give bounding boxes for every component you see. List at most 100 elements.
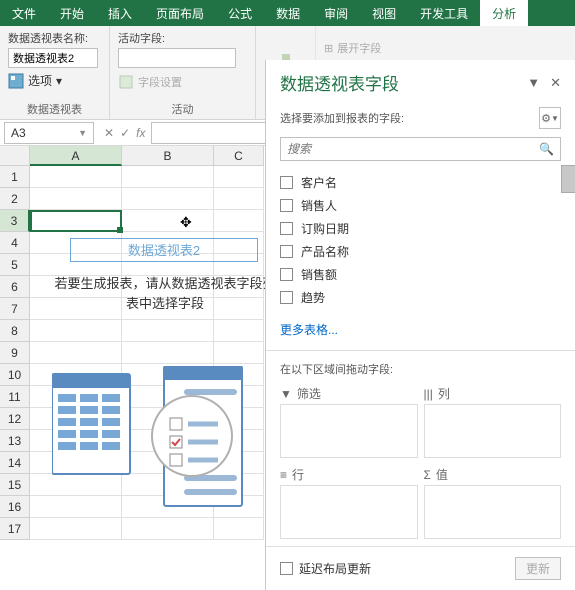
ribbon-group-label-af: 活动 <box>110 101 255 117</box>
row-box[interactable] <box>280 485 418 539</box>
filter-box[interactable] <box>280 404 418 458</box>
row-header[interactable]: 3 <box>0 210 30 232</box>
field-search[interactable]: 🔍 <box>280 137 561 161</box>
column-box[interactable] <box>424 404 562 458</box>
fx-icon[interactable]: fx <box>136 126 145 140</box>
cell[interactable] <box>30 210 122 232</box>
pivottable-fields-pane: 数据透视表字段 ▼ ✕ 选择要添加到报表的字段: ⚙▼ 🔍 客户名 销售人 订购… <box>265 60 575 590</box>
row-header[interactable]: 12 <box>0 408 30 430</box>
row-header[interactable]: 2 <box>0 188 30 210</box>
field-item-orderdate[interactable]: 订购日期 <box>280 217 561 240</box>
pivottable-placeholder[interactable]: 数据透视表2 <box>70 238 258 262</box>
cell[interactable] <box>122 210 214 232</box>
expand-field-button[interactable]: ⊞ 展开字段 <box>324 40 383 56</box>
tab-formulas[interactable]: 公式 <box>216 0 264 26</box>
active-field-input[interactable] <box>118 48 236 68</box>
row-header[interactable]: 10 <box>0 364 30 386</box>
cell[interactable] <box>214 210 264 232</box>
field-settings-button[interactable]: 字段设置 <box>118 74 247 90</box>
row-header[interactable]: 15 <box>0 474 30 496</box>
value-box[interactable] <box>424 485 562 539</box>
sigma-icon: Σ <box>424 468 431 482</box>
tab-page-layout[interactable]: 页面布局 <box>144 0 216 26</box>
pt-name-input[interactable] <box>8 48 98 68</box>
row-header[interactable]: 7 <box>0 298 30 320</box>
col-header-A[interactable]: A <box>30 146 122 166</box>
row-header[interactable]: 9 <box>0 342 30 364</box>
search-input[interactable] <box>287 142 539 156</box>
row-header[interactable]: 8 <box>0 320 30 342</box>
tab-insert[interactable]: 插入 <box>96 0 144 26</box>
drop-zone-column[interactable]: |||列 <box>424 383 562 458</box>
name-box[interactable]: A3 ▼ <box>4 122 94 144</box>
field-item-customer[interactable]: 客户名 <box>280 171 561 194</box>
row-header[interactable]: 1 <box>0 166 30 188</box>
options-button[interactable]: 选项 ▾ <box>8 72 101 89</box>
cell[interactable] <box>214 342 264 364</box>
row-header[interactable]: 14 <box>0 452 30 474</box>
drop-zone-value[interactable]: Σ值 <box>424 464 562 539</box>
field-item-sales[interactable]: 销售额 <box>280 263 561 286</box>
cell[interactable] <box>214 166 264 188</box>
checkbox[interactable] <box>280 245 293 258</box>
checkbox[interactable] <box>280 199 293 212</box>
field-item-trend[interactable]: 趋势 <box>280 286 561 309</box>
row-header[interactable]: 16 <box>0 496 30 518</box>
field-item-salesperson[interactable]: 销售人 <box>280 194 561 217</box>
tab-data[interactable]: 数据 <box>264 0 312 26</box>
drop-zone-filter[interactable]: ▼筛选 <box>280 383 418 458</box>
options-label: 选项 <box>28 72 52 89</box>
scrollbar-thumb[interactable] <box>561 165 575 193</box>
row-header[interactable]: 4 <box>0 232 30 254</box>
tab-file[interactable]: 文件 <box>0 0 48 26</box>
taskpane-title: 数据透视表字段 <box>280 70 399 95</box>
taskpane-footer: 延迟布局更新 更新 <box>266 546 575 590</box>
row-header[interactable]: 6 <box>0 276 30 298</box>
select-all-corner[interactable] <box>0 146 30 166</box>
update-button[interactable]: 更新 <box>515 557 561 580</box>
col-header-B[interactable]: B <box>122 146 214 166</box>
divider <box>266 350 575 351</box>
drop-zone-row[interactable]: ≡行 <box>280 464 418 539</box>
cell[interactable] <box>122 166 214 188</box>
cell[interactable] <box>214 188 264 210</box>
cell[interactable] <box>122 342 214 364</box>
checkbox[interactable] <box>280 222 293 235</box>
checkbox[interactable] <box>280 291 293 304</box>
tab-view[interactable]: 视图 <box>360 0 408 26</box>
close-icon[interactable]: ✕ <box>550 75 561 91</box>
taskpane-settings-button[interactable]: ⚙▼ <box>539 107 561 129</box>
taskpane-dropdown-icon[interactable]: ▼ <box>527 75 540 91</box>
expand-icon: ⊞ <box>324 42 333 55</box>
defer-layout-checkbox[interactable]: 延迟布局更新 <box>280 560 371 577</box>
checkbox[interactable] <box>280 268 293 281</box>
tab-home[interactable]: 开始 <box>48 0 96 26</box>
fx-cancel-icon[interactable]: ✕ <box>104 126 114 140</box>
tab-developer[interactable]: 开发工具 <box>408 0 480 26</box>
more-tables-link[interactable]: 更多表格... <box>266 315 575 344</box>
cell[interactable] <box>214 320 264 342</box>
col-header-C[interactable]: C <box>214 146 264 166</box>
cell[interactable] <box>122 188 214 210</box>
cell[interactable] <box>30 166 122 188</box>
field-label: 趋势 <box>301 289 325 306</box>
cell[interactable] <box>30 342 122 364</box>
cell[interactable] <box>30 188 122 210</box>
checkbox[interactable] <box>280 176 293 189</box>
expand-label: 展开字段 <box>337 40 381 56</box>
cell[interactable] <box>30 320 122 342</box>
ribbon-group-active-field: 活动字段: 字段设置 活动 <box>110 26 256 119</box>
fx-confirm-icon[interactable]: ✓ <box>120 126 130 140</box>
checkbox[interactable] <box>280 562 293 575</box>
field-item-product[interactable]: 产品名称 <box>280 240 561 263</box>
row-header[interactable]: 11 <box>0 386 30 408</box>
row-header[interactable]: 13 <box>0 430 30 452</box>
row-header[interactable]: 17 <box>0 518 30 540</box>
drag-instruction: 在以下区域间拖动字段: <box>266 357 575 383</box>
tab-review[interactable]: 审阅 <box>312 0 360 26</box>
cell[interactable] <box>122 320 214 342</box>
pivottable-graphic <box>52 366 252 526</box>
dropdown-icon: ▾ <box>56 74 62 88</box>
tab-analyze[interactable]: 分析 <box>480 0 528 26</box>
row-header[interactable]: 5 <box>0 254 30 276</box>
